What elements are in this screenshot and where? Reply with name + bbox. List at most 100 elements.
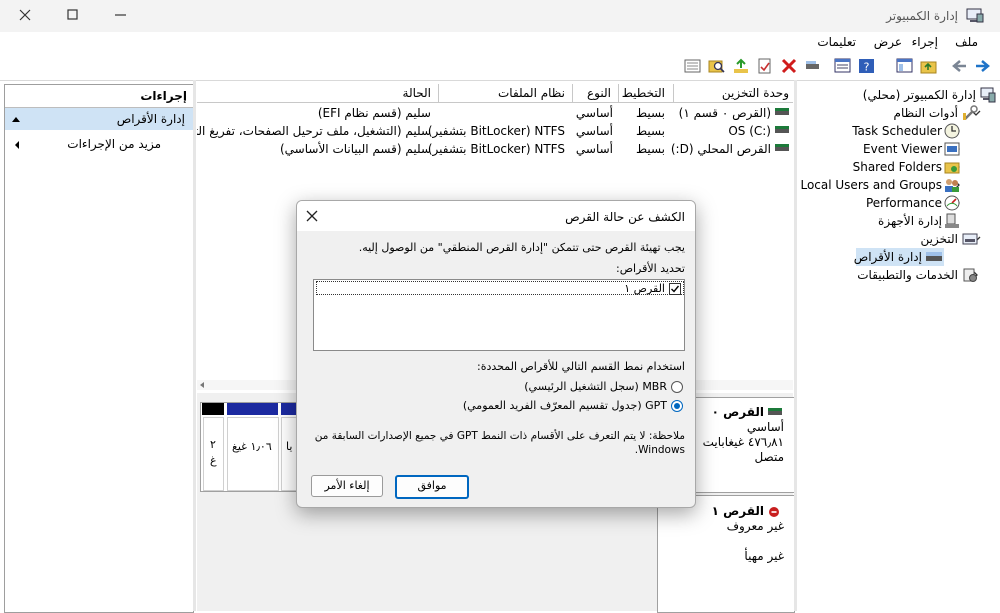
back-button[interactable] [950, 58, 968, 74]
column-layout[interactable]: التخطيط [622, 86, 665, 100]
delete-button[interactable] [780, 58, 798, 74]
search-folder-icon [708, 60, 725, 73]
minimize-window-button[interactable] [106, 6, 136, 26]
initialize-disk-dialog: الكشف عن حالة القرص يجب تهيئة القرص حتى … [296, 200, 696, 508]
disk0-name: القرص ٠ [711, 405, 764, 419]
gpt-radio[interactable] [671, 400, 683, 412]
list-view-icon [684, 59, 701, 73]
title-bar: إدارة الكمبيوتر [0, 0, 1000, 32]
tree-label: Event Viewer [863, 142, 942, 156]
disk1-name: القرص ١ [711, 504, 764, 518]
disk-checkbox[interactable] [669, 283, 681, 295]
column-separator[interactable] [572, 84, 573, 102]
clock-icon [944, 123, 960, 139]
cell-type: أساسي [575, 142, 613, 156]
list-view-button[interactable] [684, 58, 702, 74]
pane-splitter[interactable] [193, 80, 196, 611]
column-status[interactable]: الحالة [403, 86, 431, 100]
table-row[interactable]: OS (C:) بسيط أساسي NTFS (BitLocker بتشفي… [197, 122, 793, 140]
up-level-button[interactable] [732, 58, 750, 74]
cell-status: سليم (التشغيل، ملف ترحيل الصفحات، تفريغ … [197, 124, 431, 138]
gpt-option[interactable]: GPT (جدول تقسيم المعرّف الفريد العمومي) [453, 398, 683, 414]
properties-icon [834, 58, 851, 73]
delete-icon [781, 58, 797, 74]
disk1-state: غير مهيأ [744, 549, 784, 563]
check-disk-button[interactable] [756, 58, 774, 74]
menu-bar: ملف إجراء عرض تعليمات [0, 32, 1000, 54]
disk-item-label: القرص ١ [624, 282, 665, 295]
actions-more-label: مزيد من الإجراءات [67, 137, 161, 151]
actions-item-more[interactable]: مزيد من الإجراءات [5, 135, 193, 155]
menu-help[interactable]: تعليمات [817, 35, 856, 49]
arrow-right-icon [976, 60, 990, 72]
partition-cell[interactable]: ١٫٠٦ غيغ [227, 417, 279, 491]
tree-item-event-viewer[interactable]: Event Viewer [797, 140, 1000, 158]
help-button[interactable]: ? [858, 58, 876, 74]
disks-listbox[interactable]: القرص ١ [313, 279, 685, 351]
tree-item-shared-folders[interactable]: Shared Folders [797, 158, 1000, 176]
tree-item-storage[interactable]: التخزين [797, 230, 1000, 248]
tree-item-performance[interactable]: Performance [797, 194, 1000, 212]
column-separator[interactable] [673, 84, 674, 102]
tree-item-local-users[interactable]: Local Users and Groups [797, 176, 1000, 194]
users-icon [945, 179, 959, 192]
tree-label: إدارة الأجهزة [878, 214, 942, 228]
search-button[interactable] [708, 58, 726, 74]
volume-icon [775, 126, 789, 133]
tree-item-task-scheduler[interactable]: Task Scheduler [797, 122, 1000, 140]
table-row[interactable]: القرص المحلي (D:) بسيط أساسي NTFS (BitLo… [197, 140, 793, 158]
disk-list-item[interactable]: القرص ١ [316, 281, 684, 295]
arrow-left-icon [952, 60, 966, 72]
forward-button[interactable] [974, 58, 992, 74]
show-hide-tree-button[interactable] [896, 58, 914, 74]
tree-label: التخزين [920, 232, 958, 246]
tools-icon [963, 105, 978, 120]
menu-action[interactable]: إجراء [912, 35, 938, 49]
partition-style-label: استخدام نمط القسم التالي للأقراص المحددة… [477, 360, 685, 373]
column-filesystem[interactable]: نظام الملفات [498, 86, 565, 100]
disk-management-icon [926, 252, 942, 261]
partition-cell[interactable]: ٢ غ [203, 417, 224, 491]
note-line-2: Windows. [634, 444, 685, 456]
table-row[interactable]: (القرص ٠ قسم ١) بسيط أساسي سليم (قسم نظا… [197, 104, 793, 122]
volume-column-header: وحدة التخزين التخطيط النوع نظام الملفات … [197, 84, 793, 103]
disk0-state: متصل [754, 450, 784, 464]
properties-button[interactable] [834, 58, 852, 74]
column-separator[interactable] [438, 84, 439, 102]
mbr-option[interactable]: MBR (سجل التشغيل الرئيسي) [483, 379, 683, 395]
svg-text:?: ? [864, 61, 870, 74]
tree-label: الخدمات والتطبيقات [857, 268, 958, 282]
column-separator[interactable] [618, 84, 619, 102]
column-type[interactable]: النوع [587, 86, 611, 100]
menu-file[interactable]: ملف [955, 35, 978, 49]
cancel-button[interactable]: إلغاء الأمر [311, 475, 383, 497]
dialog-message: يجب تهيئة القرص حتى تتمكن "إدارة القرص ا… [358, 241, 685, 254]
maximize-window-button[interactable] [58, 6, 88, 26]
refresh-disk-button[interactable] [804, 58, 822, 74]
ok-button[interactable]: موافق [395, 475, 469, 499]
up-folder-button[interactable] [920, 58, 938, 74]
disk-error-icon [769, 507, 779, 517]
window-title: إدارة الكمبيوتر [886, 9, 958, 23]
actions-header-label: إجراءات [140, 89, 187, 103]
menu-view[interactable]: عرض [874, 35, 902, 49]
tree-item-disk-management[interactable]: إدارة الأقراص [854, 248, 944, 266]
pane-splitter[interactable] [794, 80, 797, 611]
disk0-size: ٤٧٦٫٨١ غيغابايت [702, 435, 784, 449]
mbr-radio[interactable] [671, 381, 683, 393]
close-window-button[interactable] [10, 6, 40, 26]
disk1-type: غير معروف [726, 519, 784, 533]
dialog-close-button[interactable] [303, 207, 321, 225]
tree-item-services[interactable]: الخدمات والتطبيقات [797, 266, 1000, 284]
tree-item-root[interactable]: إدارة الكمبيوتر (محلي) [797, 86, 1000, 104]
column-volume[interactable]: وحدة التخزين [722, 86, 789, 100]
disk1-info[interactable]: القرص ١ غير معروف غير مهيأ [657, 495, 795, 613]
collapse-up-icon [12, 117, 20, 122]
partition-size-label: ٢ [210, 438, 216, 451]
tree-label: أدوات النظام [893, 106, 958, 120]
cell-volume: (القرص ٠ قسم ١) [678, 106, 771, 120]
actions-item-disk-management[interactable]: إدارة الأقراص [5, 108, 193, 130]
folder-up-icon [920, 61, 937, 74]
tree-item-device-manager[interactable]: إدارة الأجهزة [797, 212, 1000, 230]
tree-item-system-tools[interactable]: أدوات النظام [797, 104, 1000, 122]
